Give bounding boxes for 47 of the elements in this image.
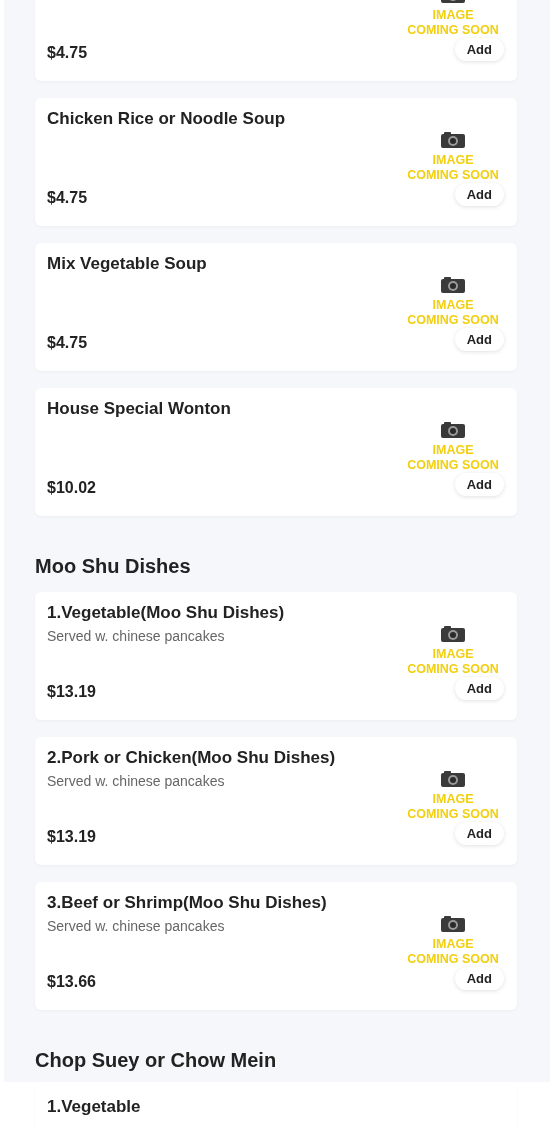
image-placeholder-text: IMAGE COMING SOON [407,298,499,328]
item-name: 2.Pork or Chicken(Moo Shu Dishes) [47,747,336,769]
menu-item-card[interactable]: 1.Vegetable(Moo Shu Dishes) Served w. chinese pancakes $13.19 IMAGE COMING SOON Add [35,592,517,720]
image-placeholder-text: IMAGE COMING SOON [407,937,499,967]
item-name: 3.Beef or Shrimp(Moo Shu Dishes) [47,892,327,914]
image-placeholder-text: IMAGE COMING SOON [407,443,499,473]
item-price: $13.66 [47,972,97,992]
menu-item-card[interactable]: Chicken Rice or Noodle Soup $4.75 IMAGE COMING SOON Add [35,98,517,226]
menu-item-card[interactable]: $4.75 IMAGE COMING SOON Add [35,0,517,81]
add-button[interactable]: Add [454,38,504,61]
camera-icon [441,277,465,293]
add-button[interactable]: Add [454,473,504,496]
camera-icon [441,771,465,787]
image-placeholder-text: IMAGE COMING SOON [407,8,499,38]
item-price: $4.75 [47,333,89,353]
item-price: $4.75 [47,43,88,63]
section-heading: Chop Suey or Chow Mein [35,1048,278,1072]
add-button[interactable]: Add [454,183,504,206]
add-button[interactable]: Add [454,328,504,351]
item-price: $10.02 [47,478,97,498]
image-placeholder-text: IMAGE COMING SOON [407,647,499,677]
item-description: Served w. chinese pancakes [47,917,226,936]
item-price: $4.75 [47,188,89,208]
menu-item-card[interactable]: 2.Pork or Chicken(Moo Shu Dishes) Served w. chinese pancakes $13.19 IMAGE COMING SOON Add [35,737,517,865]
item-description: Served w. chinese pancakes [47,627,226,646]
item-description: Served w. chinese pancakes [47,772,226,791]
camera-icon [441,626,465,642]
menu-item-card[interactable]: 3.Beef or Shrimp(Moo Shu Dishes) Served w. chinese pancakes $13.66 IMAGE COMING SOON Add [35,882,517,1010]
menu-item-card[interactable]: 1.Vegetable [35,1086,517,1129]
camera-icon [441,916,465,932]
item-name: 1.Vegetable(Moo Shu Dishes) [47,602,285,624]
add-button[interactable]: Add [454,967,504,990]
item-price: $13.19 [47,827,97,847]
image-placeholder-text: IMAGE COMING SOON [407,153,499,183]
section-heading: Moo Shu Dishes [35,554,192,578]
image-placeholder-text: IMAGE COMING SOON [407,792,499,822]
add-button[interactable]: Add [454,677,504,700]
camera-icon [441,422,465,438]
camera-icon [441,132,465,148]
menu-item-card[interactable]: House Special Wonton $10.02 IMAGE COMING SOON Add [35,388,517,516]
item-name: 1.Vegetable [47,1096,141,1118]
item-name: House Special Wonton [47,398,231,420]
item-name: Chicken Rice or Noodle Soup [47,108,286,130]
item-name: Mix Vegetable Soup [47,253,207,275]
add-button[interactable]: Add [454,822,504,845]
menu-item-card[interactable]: Mix Vegetable Soup $4.75 IMAGE COMING SOON Add [35,243,517,371]
item-price: $13.19 [47,682,97,702]
